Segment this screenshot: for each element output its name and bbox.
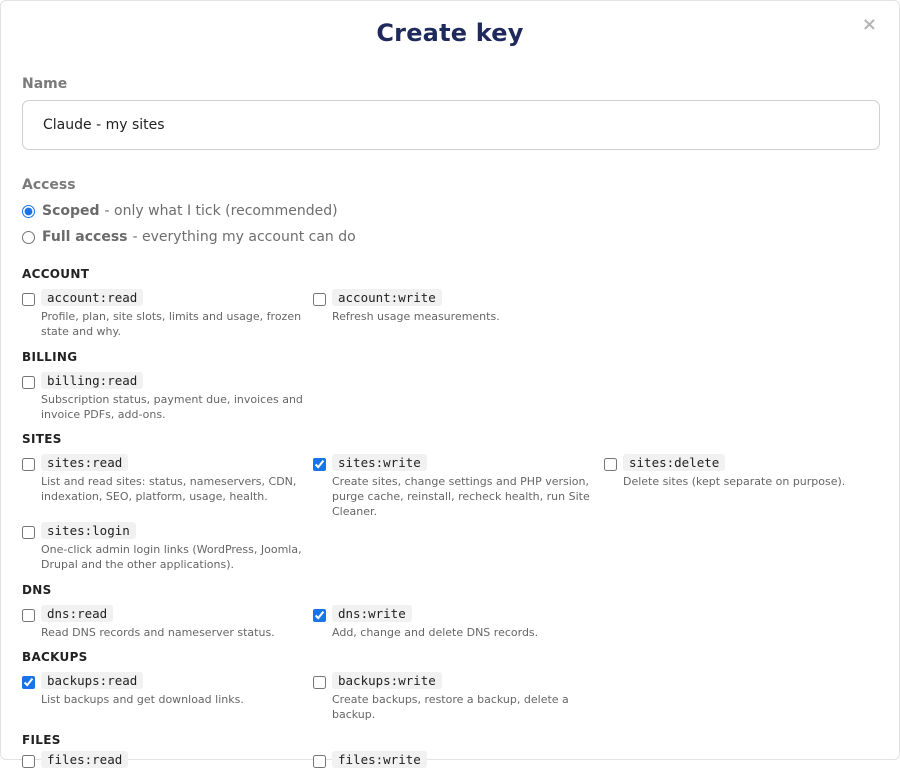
perm-checkbox[interactable]: [313, 458, 326, 471]
perm-description: Refresh usage measurements.: [332, 310, 500, 323]
name-label: Name: [22, 76, 68, 92]
perm-description: One-click admin login links (WordPress, …: [41, 543, 302, 571]
close-icon[interactable]: ×: [862, 15, 877, 35]
full-access-radio[interactable]: [22, 230, 35, 244]
dialog-title: Create key: [376, 19, 524, 47]
perm-description: Add, change and delete DNS records.: [332, 626, 539, 639]
perm-checkbox[interactable]: [22, 526, 35, 539]
section-heading-files: FILES: [22, 733, 61, 747]
perm-description: Read DNS records and nameserver status.: [41, 626, 275, 639]
perm-code: sites:read: [41, 454, 129, 471]
perm-code: dns:read: [41, 605, 114, 622]
perm-description: Create backups, restore a backup, delete…: [332, 693, 569, 721]
perm-code: backups:write: [332, 672, 442, 689]
full-access-label: Full access: [42, 229, 128, 245]
perm-checkbox[interactable]: [313, 609, 326, 622]
section-heading-sites: SITES: [22, 432, 62, 446]
scoped-description: - only what I tick (recommended): [104, 203, 338, 219]
perm-description: Create sites, change settings and PHP ve…: [332, 475, 590, 518]
perm-checkbox[interactable]: [22, 376, 35, 389]
name-input[interactable]: [22, 100, 880, 150]
perm-checkbox[interactable]: [22, 293, 35, 306]
access-option-scoped[interactable]: Scoped - only what I tick (recommended): [22, 203, 338, 219]
scoped-radio[interactable]: [22, 204, 35, 218]
perm-description: Profile, plan, site slots, limits and us…: [41, 310, 302, 338]
perm-checkbox[interactable]: [313, 676, 326, 689]
perm-code: backups:read: [41, 672, 144, 689]
perm-description: Delete sites (kept separate on purpose).: [623, 475, 846, 488]
perm-description: Subscription status, payment due, invoic…: [41, 393, 303, 421]
section-heading-account: ACCOUNT: [22, 267, 90, 281]
perm-description: List and read sites: status, nameservers…: [41, 475, 297, 503]
perm-code: sites:delete: [623, 454, 726, 471]
section-heading-billing: BILLING: [22, 350, 78, 364]
perm-code: dns:write: [332, 605, 412, 622]
perm-code: sites:write: [332, 454, 427, 471]
perm-code: account:write: [332, 289, 442, 306]
perm-checkbox[interactable]: [22, 458, 35, 471]
access-option-full[interactable]: Full access - everything my account can …: [22, 229, 356, 245]
perm-checkbox[interactable]: [313, 755, 326, 768]
perm-checkbox[interactable]: [313, 293, 326, 306]
perm-code: account:read: [41, 289, 144, 306]
perm-code: sites:login: [41, 522, 136, 539]
perm-checkbox[interactable]: [604, 458, 617, 471]
perm-description: List backups and get download links.: [41, 693, 244, 706]
perm-checkbox[interactable]: [22, 609, 35, 622]
perm-checkbox[interactable]: [22, 676, 35, 689]
perm-code: billing:read: [41, 372, 144, 389]
section-heading-backups: BACKUPS: [22, 650, 88, 664]
scoped-label: Scoped: [42, 203, 100, 219]
create-key-dialog: Create key × Name Access Scoped - only w…: [0, 0, 900, 768]
access-label: Access: [22, 177, 76, 193]
full-access-description: - everything my account can do: [132, 229, 356, 245]
section-heading-dns: DNS: [22, 583, 52, 597]
perm-checkbox[interactable]: [22, 755, 35, 768]
